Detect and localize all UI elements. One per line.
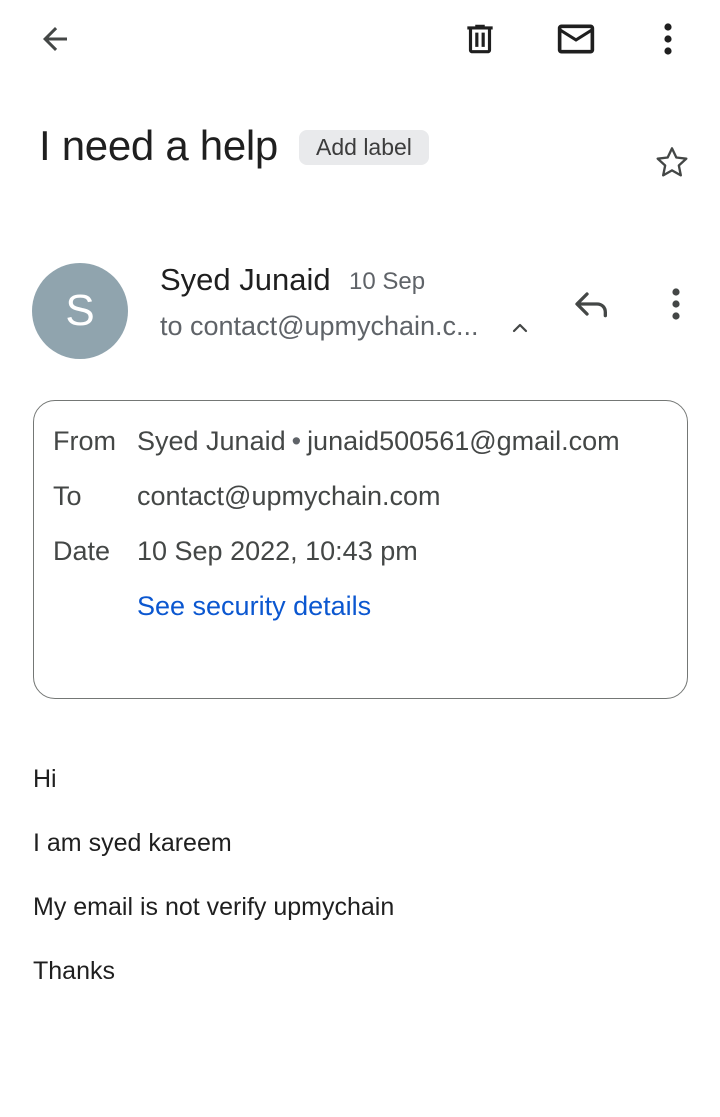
email-subject: I need a help	[39, 122, 278, 169]
sender-name: Syed Junaid	[160, 262, 331, 297]
collapse-details-button[interactable]	[504, 312, 536, 344]
date-value: 10 Sep 2022, 10:43 pm	[137, 536, 418, 566]
delete-button[interactable]	[452, 11, 508, 67]
reply-icon	[575, 292, 607, 318]
from-value: Syed Junaid • junaid500561@gmail.com	[137, 426, 620, 457]
from-label: From	[53, 426, 116, 456]
star-outline-icon	[656, 147, 688, 177]
more-options-button[interactable]	[640, 11, 696, 67]
date-label: Date	[53, 536, 111, 566]
mail-icon	[557, 24, 595, 54]
chevron-up-icon	[512, 323, 528, 333]
from-email: junaid500561@gmail.com	[307, 426, 620, 456]
from-name: Syed Junaid	[137, 426, 286, 456]
more-vert-icon	[664, 23, 672, 55]
security-details-link[interactable]: See security details	[137, 591, 371, 622]
body-line: I am syed kareem	[33, 829, 232, 857]
more-vert-icon	[672, 288, 680, 320]
top-app-bar	[0, 0, 720, 80]
message-details-card: From Syed Junaid • junaid500561@gmail.com …	[33, 400, 688, 699]
trash-icon	[467, 24, 493, 54]
separator-dot: •	[291, 426, 302, 456]
email-view: I need a help Add label S Syed Junaid 10…	[0, 0, 720, 1117]
sender-avatar[interactable]: S	[32, 263, 128, 359]
to-value: contact@upmychain.com	[137, 481, 441, 511]
recipient-summary[interactable]: to contact@upmychain.c...	[160, 311, 479, 342]
add-label-chip[interactable]: Add label	[299, 130, 429, 165]
mark-unread-button[interactable]	[548, 11, 604, 67]
body-line: Hi	[33, 765, 57, 793]
arrow-back-icon	[43, 27, 67, 51]
message-more-button[interactable]	[648, 276, 704, 332]
star-button[interactable]	[644, 135, 700, 191]
reply-button[interactable]	[564, 276, 620, 332]
message-date: 10 Sep	[349, 268, 426, 295]
body-line: Thanks	[33, 957, 115, 985]
to-label: To	[53, 481, 82, 511]
back-button[interactable]	[27, 11, 83, 67]
body-line: My email is not verify upmychain	[33, 893, 395, 921]
